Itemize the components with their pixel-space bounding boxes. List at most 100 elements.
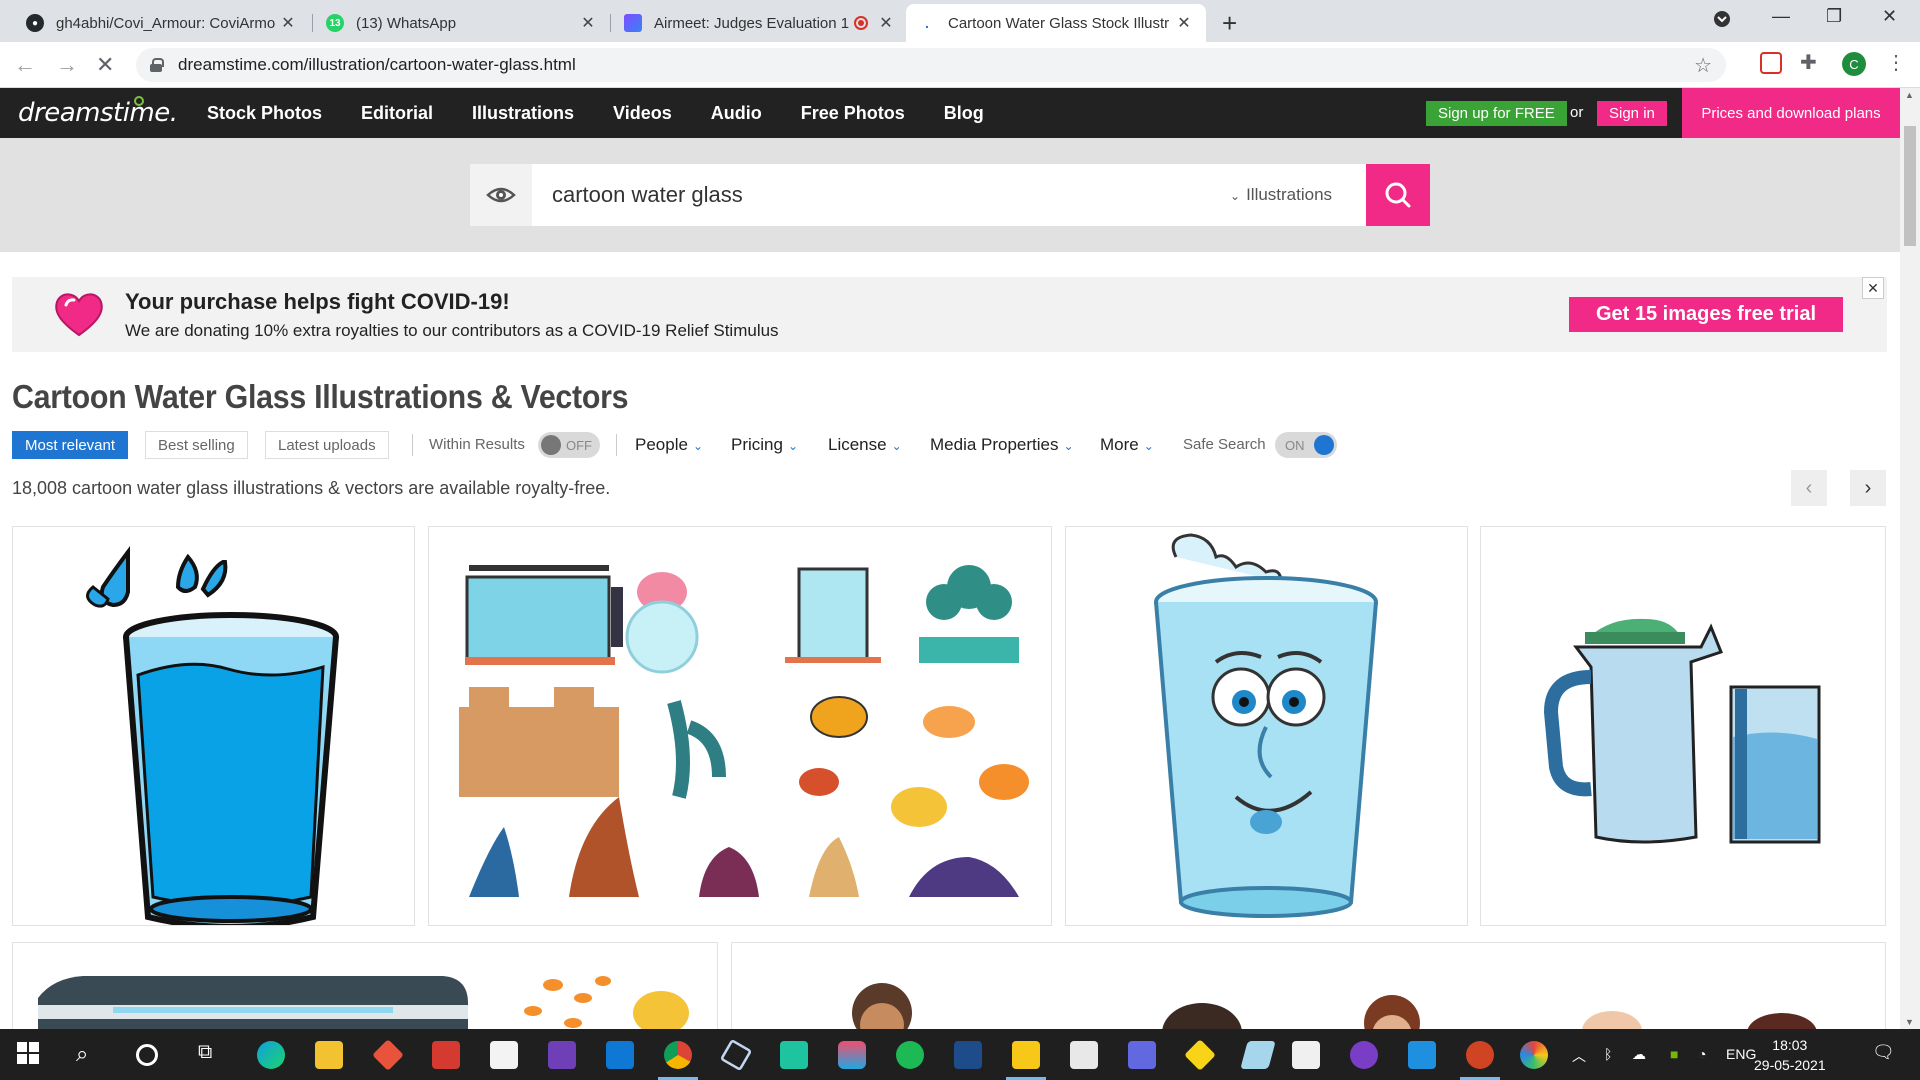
scroll-up-icon[interactable]: ▲ (1905, 90, 1914, 100)
store-icon[interactable] (490, 1041, 518, 1069)
filter-label: License (828, 435, 887, 454)
signup-button[interactable]: Sign up for FREE (1426, 101, 1567, 126)
main-nav: Stock Photos Editorial Illustrations Vid… (207, 103, 1023, 124)
clion-icon[interactable] (780, 1041, 808, 1069)
close-icon[interactable]: ✕ (1174, 13, 1194, 33)
nav-illustrations[interactable]: Illustrations (472, 103, 574, 124)
task-view-icon[interactable]: ⧉ (198, 1041, 226, 1069)
result-image-card[interactable] (1480, 526, 1886, 926)
nav-editorial[interactable]: Editorial (361, 103, 433, 124)
nav-stock-photos[interactable]: Stock Photos (207, 103, 322, 124)
github-desktop-icon[interactable] (1350, 1041, 1378, 1069)
page-title: Cartoon Water Glass Illustrations & Vect… (12, 378, 629, 415)
3d-viewer-icon[interactable] (719, 1038, 753, 1072)
close-window-button[interactable]: ✕ (1882, 6, 1897, 27)
scroll-down-icon[interactable]: ▼ (1905, 1017, 1914, 1027)
new-tab-button[interactable]: + (1222, 8, 1237, 39)
scrollbar-thumb[interactable] (1904, 126, 1916, 246)
notifications-icon[interactable]: 🗨 (1872, 1042, 1895, 1063)
git-icon[interactable] (372, 1039, 404, 1071)
nav-blog[interactable]: Blog (944, 103, 984, 124)
sort-most-relevant[interactable]: Most relevant (12, 431, 129, 459)
tab-airmeet[interactable]: Airmeet: Judges Evaluation 1 ✕ (612, 4, 908, 42)
tab-whatsapp[interactable]: 13 (13) WhatsApp ✕ (314, 4, 610, 42)
language-indicator[interactable]: ENG (1726, 1046, 1756, 1062)
wifi-icon[interactable]: ◔ (1698, 1046, 1706, 1062)
visual-search-eye-icon[interactable] (470, 164, 532, 226)
page-scrollbar[interactable]: ▲ ▼ (1900, 88, 1920, 1029)
nav-free-photos[interactable]: Free Photos (801, 103, 905, 124)
chevron-down-icon: ⌄ (1063, 439, 1074, 453)
nvidia-icon[interactable]: ■ (1670, 1046, 1678, 1062)
gift-icon[interactable] (432, 1041, 460, 1069)
sort-best-selling[interactable]: Best selling (145, 431, 248, 459)
devcpp-icon[interactable] (954, 1041, 982, 1069)
result-image-card[interactable] (428, 526, 1052, 926)
nav-audio[interactable]: Audio (711, 103, 762, 124)
search-button[interactable] (1366, 164, 1430, 226)
forward-button[interactable]: → (56, 52, 78, 78)
powerpoint-icon[interactable] (1466, 1041, 1494, 1069)
next-page-button[interactable]: › (1850, 470, 1886, 506)
visual-studio-icon[interactable] (548, 1041, 576, 1069)
sticky-notes-icon[interactable] (1012, 1041, 1040, 1069)
minimize-button[interactable]: — (1772, 6, 1790, 27)
free-trial-button[interactable]: Get 15 images free trial (1569, 297, 1843, 332)
close-icon[interactable]: ✕ (876, 13, 896, 33)
result-image-card[interactable] (12, 526, 415, 926)
bookmark-star-icon[interactable]: ☆ (1694, 53, 1712, 78)
sort-latest-uploads[interactable]: Latest uploads (265, 431, 389, 459)
safe-search-toggle[interactable]: ON (1275, 432, 1337, 458)
filter-more[interactable]: More ⌄ (1100, 435, 1154, 455)
extension-icon[interactable] (1760, 52, 1782, 74)
search-icon[interactable]: ⌕ (76, 1041, 104, 1069)
pinned-app-icon[interactable] (1184, 1039, 1216, 1071)
network-app-icon[interactable] (1240, 1041, 1276, 1069)
file-explorer-icon[interactable] (315, 1041, 343, 1069)
pitcher-glass-illustration (1543, 618, 1821, 844)
within-results-toggle[interactable]: OFF (538, 432, 600, 458)
tab-dreamstime[interactable]: . Cartoon Water Glass Stock Illustr ✕ (906, 4, 1206, 42)
address-bar[interactable]: dreamstime.com/illustration/cartoon-wate… (136, 48, 1726, 82)
category-select[interactable]: ⌄ Illustrations (1230, 164, 1332, 227)
prev-page-button[interactable]: ‹ (1791, 470, 1827, 506)
windows-start-icon[interactable] (16, 1041, 44, 1069)
maximize-button[interactable]: ❐ (1826, 6, 1842, 27)
teams-icon[interactable] (1128, 1041, 1156, 1069)
cortana-icon[interactable] (136, 1044, 158, 1066)
snagit-icon[interactable] (838, 1041, 866, 1069)
safe-search-label: Safe Search (1183, 436, 1266, 453)
clock-date: 29-05-2021 (1754, 1057, 1826, 1073)
profile-avatar[interactable]: C (1842, 52, 1866, 76)
spotify-icon[interactable] (896, 1041, 924, 1069)
unity-hub-icon[interactable] (1292, 1041, 1320, 1069)
media-player-icon[interactable] (1408, 1041, 1436, 1069)
tray-chevron-icon[interactable]: ︿ (1572, 1046, 1586, 1066)
tab-github[interactable]: ● gh4abhi/Covi_Armour: CoviArmo ✕ (14, 4, 310, 42)
dreamstime-logo[interactable]: dreamstime. (18, 96, 178, 128)
stop-loading-button[interactable]: ✕ (96, 52, 114, 78)
close-icon[interactable]: ✕ (278, 13, 298, 33)
menu-icon[interactable]: ⋮ (1886, 50, 1906, 75)
edge-icon[interactable] (257, 1041, 285, 1069)
filter-media-properties[interactable]: Media Properties ⌄ (930, 435, 1074, 455)
filter-license[interactable]: License ⌄ (828, 435, 902, 455)
chrome-icon[interactable] (664, 1041, 692, 1069)
nav-videos[interactable]: Videos (613, 103, 672, 124)
result-image-card[interactable] (1065, 526, 1468, 926)
prices-button[interactable]: Prices and download plans (1682, 88, 1900, 138)
clock[interactable]: 18:03 29-05-2021 (1754, 1035, 1826, 1075)
mail-icon[interactable] (606, 1041, 634, 1069)
cloud-icon[interactable]: ☁ (1632, 1046, 1646, 1063)
back-button[interactable]: ← (14, 52, 36, 78)
bluetooth-icon[interactable]: ᛒ (1604, 1046, 1612, 1062)
close-icon[interactable]: ✕ (578, 13, 598, 33)
paint-icon[interactable] (1520, 1041, 1548, 1069)
banner-close-button[interactable]: ✕ (1862, 277, 1884, 299)
tab-search-icon[interactable] (1713, 10, 1731, 33)
unity-icon[interactable] (1070, 1041, 1098, 1069)
filter-people[interactable]: People ⌄ (635, 435, 703, 455)
signin-button[interactable]: Sign in (1597, 101, 1667, 126)
puzzle-icon[interactable]: ✚ (1800, 52, 1822, 74)
filter-pricing[interactable]: Pricing ⌄ (731, 435, 798, 455)
